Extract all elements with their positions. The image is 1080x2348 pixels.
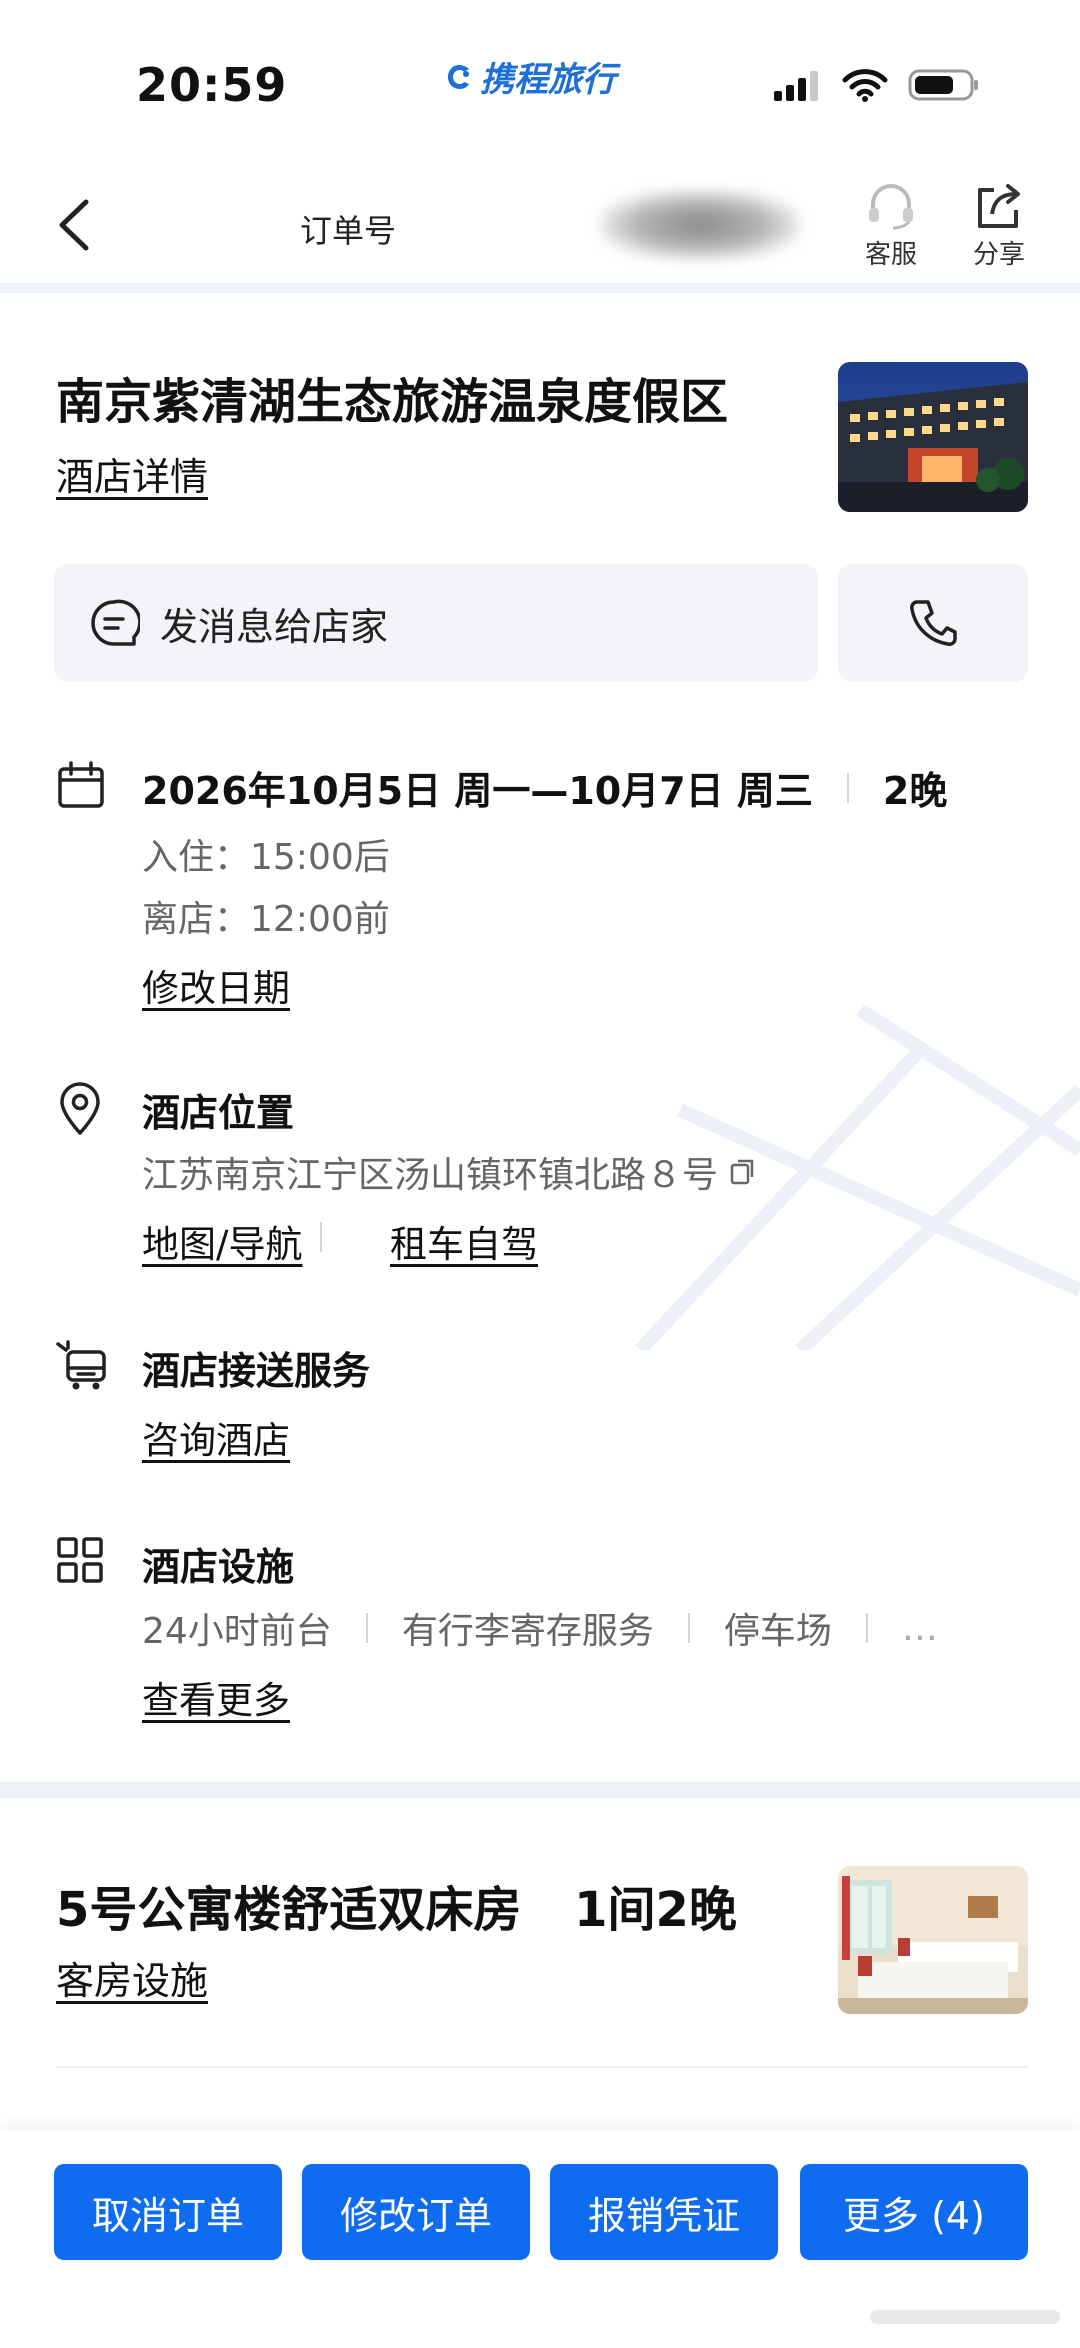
calendar-icon — [58, 761, 104, 808]
share-button[interactable]: 分享 — [954, 182, 1044, 271]
back-arrow-icon[interactable] — [52, 198, 96, 252]
status-time: 20:59 — [136, 58, 288, 112]
facilities-title: 酒店设施 — [142, 1545, 295, 1589]
phone-icon — [910, 600, 957, 646]
battery-icon — [908, 69, 978, 101]
invoice-button[interactable]: 报销凭证 — [550, 2164, 778, 2260]
hotel-detail-link[interactable]: 酒店详情 — [56, 446, 208, 501]
cancel-order-button[interactable]: 取消订单 — [54, 2164, 282, 2260]
address-row: 江苏南京江宁区汤山镇环镇北路８号 — [142, 1146, 758, 1198]
share-label: 分享 — [972, 240, 1025, 270]
order-number-label: 订单号 — [300, 212, 397, 250]
room-photo-image — [838, 1866, 1028, 2014]
consult-hotel-link[interactable]: 咨询酒店 — [142, 1410, 290, 1464]
stay-dates: 2026年10月5日 周一—10月7日 周三 — [142, 769, 813, 813]
separator — [320, 1222, 322, 1252]
wifi-icon — [842, 69, 888, 102]
separator — [846, 772, 849, 803]
facility-item: 停车场 — [723, 1611, 832, 1652]
room-name: 5号公寓楼舒适双床房 — [56, 1882, 522, 1938]
nav-divider — [0, 283, 1080, 293]
separator — [865, 1613, 868, 1643]
customer-service-button[interactable]: 客服 — [846, 182, 936, 271]
room-facilities-link[interactable]: 客房设施 — [56, 1950, 208, 2005]
facilities-grid-icon — [57, 1537, 103, 1583]
headset-icon — [869, 184, 913, 230]
separator — [687, 1613, 690, 1643]
call-hotel-button[interactable] — [838, 564, 1028, 682]
modify-order-button[interactable]: 修改订单 — [302, 2164, 530, 2260]
car-rental-link[interactable]: 租车自驾 — [390, 1214, 538, 1268]
view-more-facilities-link[interactable]: 查看更多 — [142, 1670, 290, 1724]
facility-more-ellipsis: … — [901, 1607, 938, 1649]
location-title: 酒店位置 — [142, 1091, 295, 1135]
shuttle-title: 酒店接送服务 — [142, 1349, 371, 1393]
stay-nights: 2晚 — [882, 769, 948, 813]
message-hotel-button[interactable]: 发消息给店家 — [54, 564, 818, 682]
separator — [365, 1613, 368, 1643]
check-in-time: 入住：15:00后 — [142, 837, 390, 878]
hotel-photo-image — [838, 362, 1028, 512]
hotel-address: 江苏南京江宁区汤山镇环镇北路８号 — [142, 1155, 719, 1196]
modify-date-link[interactable]: 修改日期 — [142, 958, 290, 1012]
home-indicator — [870, 2310, 1060, 2324]
room-count: 1间2晚 — [574, 1882, 737, 1938]
message-hotel-label: 发消息给店家 — [160, 604, 389, 649]
hotel-name: 南京紫清湖生态旅游温泉度假区 — [56, 374, 729, 430]
order-number-redacted — [600, 190, 800, 260]
ctrip-logo: 携程旅行 — [444, 52, 616, 101]
ctrip-logo-icon — [448, 64, 469, 89]
brand-name: 携程旅行 — [480, 60, 616, 100]
facilities-list: 24小时前台 有行李寄存服务 停车场 … — [142, 1602, 938, 1654]
hotel-photo[interactable] — [838, 362, 1028, 512]
section-divider — [0, 1782, 1080, 1798]
facility-item: 有行李寄存服务 — [401, 1611, 654, 1652]
room-photo[interactable] — [838, 1866, 1028, 2014]
map-navigation-link[interactable]: 地图/导航 — [142, 1214, 302, 1268]
status-bar: 20:59 携程旅行 — [0, 0, 1080, 160]
customer-service-label: 客服 — [864, 240, 917, 270]
shuttle-bus-icon — [56, 1340, 106, 1390]
facility-item: 24小时前台 — [142, 1611, 332, 1652]
location-pin-icon — [60, 1082, 100, 1135]
room-divider — [56, 2066, 1028, 2068]
signal-icon — [774, 71, 818, 101]
stay-dates-row: 2026年10月5日 周一—10月7日 周三 2晚 — [142, 760, 947, 815]
system-icons — [772, 68, 980, 102]
chat-bubble-icon — [91, 599, 140, 646]
copy-icon[interactable] — [728, 1157, 758, 1187]
room-title: 5号公寓楼舒适双床房 1间2晚 — [56, 1870, 737, 1940]
more-actions-button[interactable]: 更多 (4) — [800, 2164, 1028, 2260]
check-out-time: 离店：12:00前 — [142, 899, 390, 940]
share-icon — [978, 184, 1020, 228]
nav-bar: 订单号 客服 分享 — [0, 160, 1080, 286]
